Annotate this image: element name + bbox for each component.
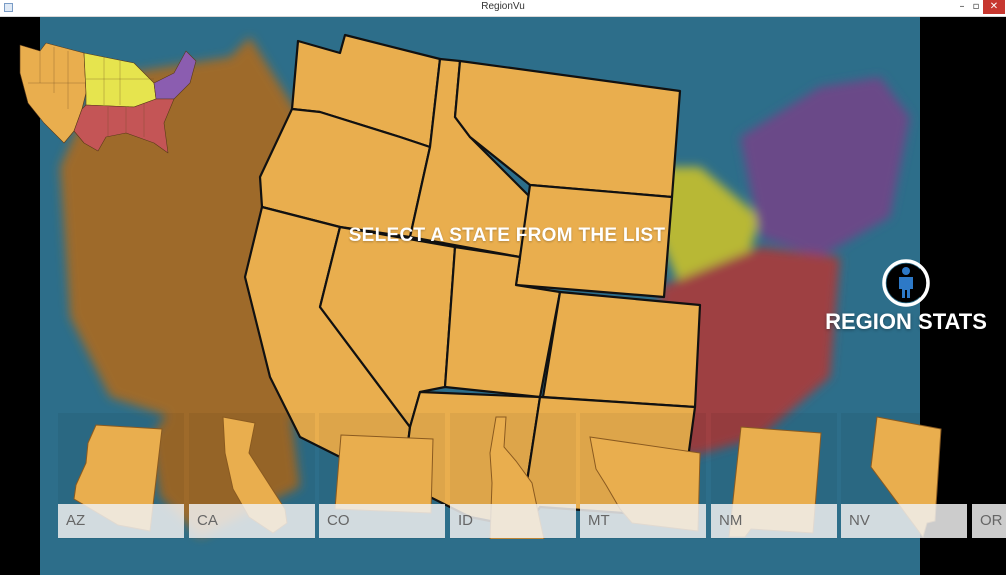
title-bar: RegionVu – ▫ ✕ (0, 0, 1006, 17)
state-tile-nv[interactable]: NV (841, 413, 967, 539)
state-tile-co[interactable]: CO (319, 413, 445, 539)
state-label: OR (972, 504, 1006, 538)
state-label: NV (841, 504, 967, 538)
state-tile-ca[interactable]: CA (189, 413, 315, 539)
mini-us-map (19, 42, 197, 154)
state-label: CO (319, 504, 445, 538)
state-shape-colorado[interactable] (541, 290, 702, 409)
maximize-button[interactable]: ▫ (969, 0, 983, 14)
app-canvas: SELECT A STATE FROM THE LIST REGION STAT… (0, 17, 1006, 575)
select-state-prompt: SELECT A STATE FROM THE LIST (348, 225, 666, 246)
state-tile-nm[interactable]: NM (711, 413, 837, 539)
state-label: AZ (58, 504, 184, 538)
mini-map-northeast-region[interactable] (153, 50, 197, 100)
person-icon (882, 259, 930, 307)
close-button[interactable]: ✕ (983, 0, 1005, 14)
state-label: ID (450, 504, 576, 538)
mini-map-south-region[interactable] (73, 98, 175, 154)
window-title: RegionVu (481, 1, 525, 12)
state-label: NM (711, 504, 837, 538)
state-tile-az[interactable]: AZ (58, 413, 184, 539)
state-tile-mt[interactable]: MT (580, 413, 706, 539)
state-tile-id[interactable]: ID (450, 413, 576, 539)
state-label: MT (580, 504, 706, 538)
region-stats-button[interactable]: REGION STATS (818, 257, 994, 337)
state-tile-or[interactable]: OR (972, 413, 1006, 539)
state-list-carousel: AZ CA CO ID MT NM NV OR (0, 413, 1006, 575)
region-stats-label: REGION STATS (825, 309, 987, 334)
state-label: CA (189, 504, 315, 538)
minimize-button[interactable]: – (955, 0, 969, 14)
